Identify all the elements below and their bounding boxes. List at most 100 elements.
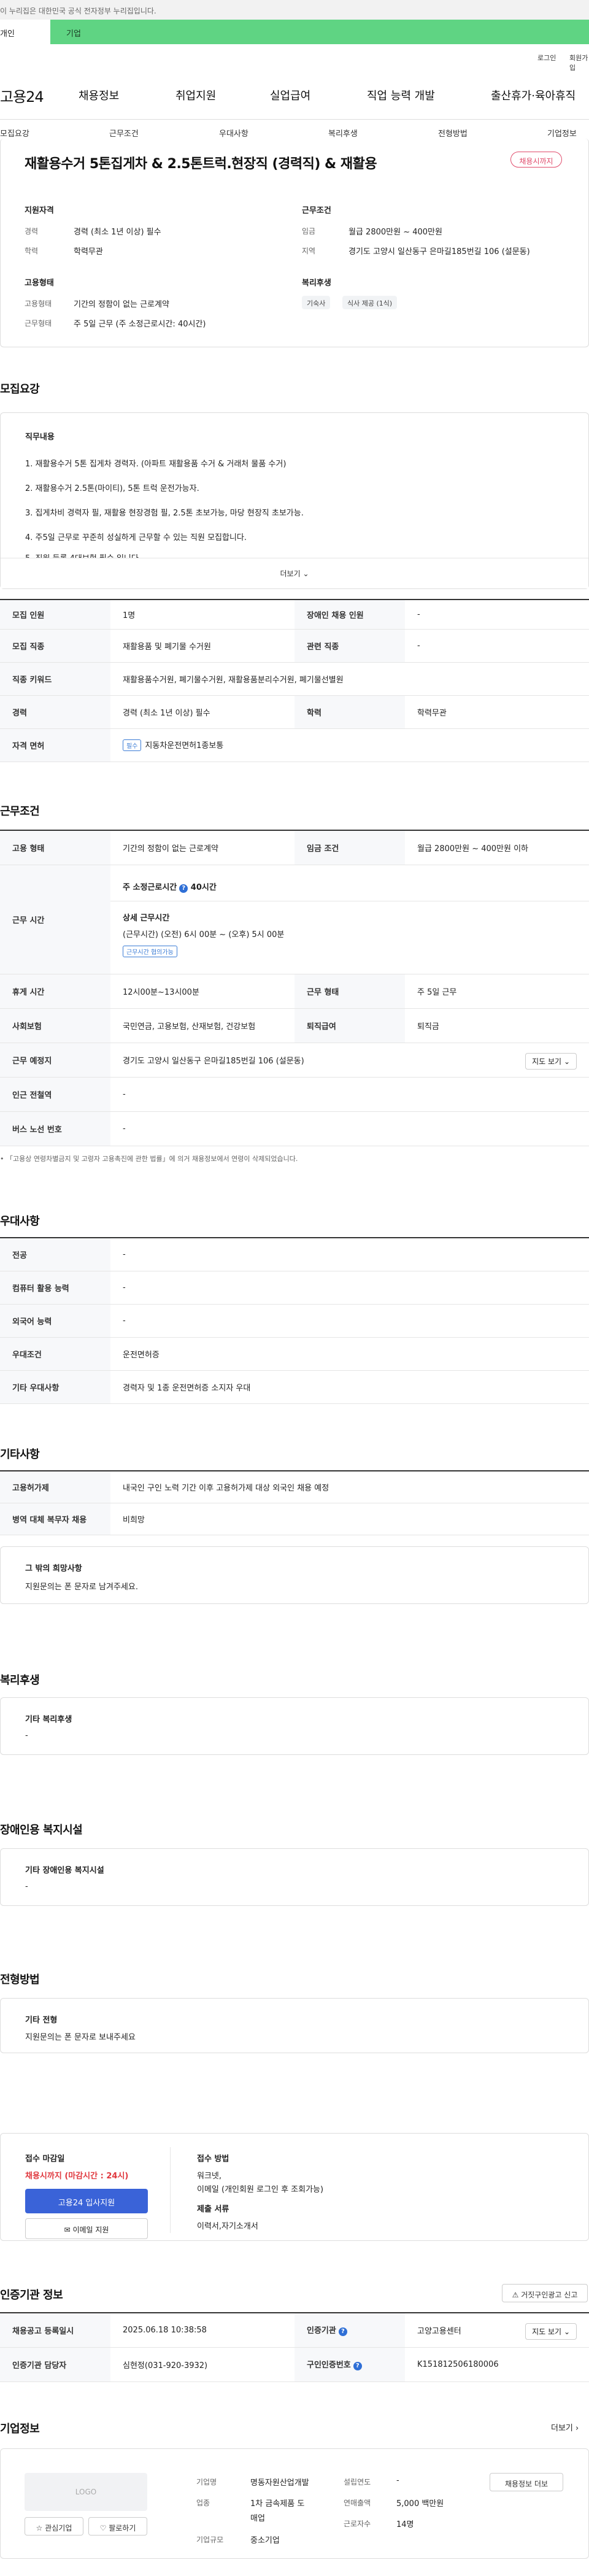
- method-value: 이메일 (개인회원 로그인 후 조회가능): [197, 2185, 324, 2194]
- table-row: 고용허가제 내국인 구인 노력 기간 이후 고용허가제 대상 외국인 채용 예정: [0, 1470, 589, 1503]
- nav-unemployment[interactable]: 실업급여: [270, 87, 310, 103]
- map-button[interactable]: 지도 보기 ⌄: [525, 1052, 577, 1070]
- subnav-conditions[interactable]: 근무조건: [109, 127, 139, 139]
- info-icon[interactable]: ?: [179, 884, 188, 893]
- hours-value: 주 5일 근무 (주 소정근로시간: 40시간): [74, 320, 206, 329]
- work-section-title: 근무조건: [0, 805, 40, 818]
- row-label-wrap: 인증기관?: [294, 2312, 405, 2348]
- mail-icon: ✉: [64, 2226, 71, 2234]
- table-row: 병역 대체 복무자 채용 비희망: [0, 1503, 589, 1535]
- table-row: 모집 직종 재활용품 및 폐기물 수거원 관련 직종 -: [0, 629, 589, 663]
- etc-section-title: 기타사항: [0, 1448, 40, 1461]
- career-label: 경력: [25, 227, 39, 236]
- fav-label: 관심기업: [45, 2524, 72, 2532]
- row-value: 경력 (최소 1년 이상) 필수: [110, 695, 294, 729]
- table-row: 자격 면허 필수 지동차운전면허1종보통: [0, 728, 589, 762]
- row-label: 외국어 능력: [0, 1304, 110, 1338]
- wage-value: 월급 2800만원 ~ 400만원: [348, 228, 442, 237]
- subnav-preference[interactable]: 우대사항: [219, 127, 248, 139]
- row-label: 휴게 시간: [0, 974, 110, 1009]
- table-row: 근무 시간 주 소정근로시간? 40시간 상세 근무시간 (근무시간) (오전)…: [0, 865, 589, 974]
- site-logo[interactable]: 고용24: [0, 85, 44, 106]
- info-icon[interactable]: ?: [353, 2362, 362, 2370]
- etc-table: 고용허가제 내국인 구인 노력 기간 이후 고용허가제 대상 외국인 채용 예정 …: [0, 1470, 589, 1535]
- gov-banner: 이 누리집은 대한민국 공식 전자정부 누리집입니다.: [0, 0, 589, 20]
- row-value-wrap: 필수 지동차운전면허1종보통: [110, 728, 589, 762]
- more-label: 더보기: [280, 569, 301, 578]
- row-label: 자격 면허: [0, 728, 110, 762]
- name-label: 기업명: [196, 2478, 217, 2486]
- company-more-label: 더보기: [551, 2424, 573, 2433]
- hours-cell: 주 소정근로시간? 40시간 상세 근무시간 (근무시간) (오전) 6시 00…: [110, 865, 589, 974]
- job-title: 재활용수거 5톤집게차 & 2.5톤트럭.현장직 (경력직) & 재활용: [25, 156, 377, 172]
- subnav-company[interactable]: 기업정보: [547, 127, 577, 139]
- nav-employment-support[interactable]: 취업지원: [175, 87, 216, 103]
- tab-personal[interactable]: 개인: [0, 20, 50, 44]
- agency-map-button[interactable]: 지도 보기 ⌄: [525, 2323, 577, 2340]
- docs-heading: 제출 서류: [197, 2205, 229, 2214]
- join-link[interactable]: 회원가입: [569, 53, 589, 72]
- row-value: K151812506180006: [405, 2347, 589, 2382]
- login-link[interactable]: 로그인: [537, 53, 556, 63]
- table-row: 인증기관 담당자 심현정(031-920-3932) 구인인증번호? K1518125…: [0, 2347, 589, 2382]
- edu-label: 학력: [25, 247, 39, 255]
- chevron-down-icon: ⌄: [302, 569, 309, 578]
- chevron-down-icon: ⌄: [563, 2327, 570, 2336]
- user-type-tabs: 개인 기업: [0, 20, 589, 44]
- industry-value: 1차 금속제품 도: [250, 2499, 305, 2509]
- follow-button[interactable]: ♡ 팔로하기: [88, 2517, 147, 2536]
- subnav-welfare[interactable]: 복리후생: [328, 127, 358, 139]
- docs-value: 이력서,자기소개서: [197, 2222, 258, 2231]
- apply-button-label: 고용24 입사지원: [58, 2199, 115, 2208]
- row-value-wrap: 경기도 고양시 일산동구 은마길185번길 106 (설문동) 지도 보기 ⌄: [110, 1043, 589, 1078]
- company-jobs-label: 채용정보 더보: [504, 2480, 549, 2488]
- est-label: 설립연도: [344, 2478, 371, 2486]
- company-jobs-button[interactable]: 채용정보 더보: [490, 2473, 563, 2491]
- row-value: -: [405, 599, 589, 630]
- row-label: 관련 직종: [294, 629, 405, 663]
- email-apply-button[interactable]: ✉ 이메일 지원: [25, 2218, 148, 2239]
- row-label: 사회보험: [0, 1008, 110, 1043]
- etc-box-value: 지원문의는 폰 문자로 남겨주세요.: [25, 1583, 138, 1592]
- employees-label: 근로자수: [344, 2520, 371, 2528]
- tab-company[interactable]: 기업: [50, 20, 589, 44]
- deadline-value: 채용시까지 (마감시간 : 24시): [25, 2172, 129, 2181]
- nav-training[interactable]: 직업 능력 개발: [367, 87, 435, 103]
- welfare-box: 기타 복리후생 -: [0, 1697, 589, 1755]
- weekly-value: 40시간: [190, 882, 217, 892]
- required-badge: 필수: [123, 739, 142, 751]
- row-label: 직종 키워드: [0, 662, 110, 696]
- etc-box: 그 밖의 희망사항 지원문의는 폰 문자로 남겨주세요.: [0, 1546, 589, 1604]
- size-label: 기업규모: [196, 2536, 224, 2544]
- info-icon[interactable]: ?: [338, 2327, 347, 2337]
- row-label: 버스 노선 번호: [0, 1111, 110, 1146]
- subnav-screening[interactable]: 전형방법: [438, 127, 468, 139]
- report-button[interactable]: ⚠ 거짓구인광고 신고: [502, 2284, 588, 2302]
- row-value: 2025.06.18 10:38:58: [110, 2312, 294, 2348]
- table-row: 전공 -: [0, 1237, 589, 1271]
- row-value: 내국인 구인 노력 기간 이후 고용허가제 대상 외국인 채용 예정: [110, 1470, 589, 1503]
- est-value: -: [396, 2476, 399, 2485]
- nav-parental-leave[interactable]: 출산휴가·육아휴직: [491, 87, 576, 103]
- recruit-section-title: 모집요강: [0, 383, 40, 396]
- row-label: 고용 형태: [0, 830, 110, 865]
- email-apply-label: 이메일 지원: [72, 2226, 109, 2234]
- row-label: 채용공고 등록일시: [0, 2312, 110, 2348]
- row-value: -: [110, 1237, 589, 1271]
- fav-button[interactable]: ☆ 관심기업: [25, 2517, 83, 2536]
- company-more-link[interactable]: 더보기 ›: [551, 2421, 579, 2433]
- table-row: 채용공고 등록일시 2025.06.18 10:38:58 인증기관? 고양고용센터 지…: [0, 2312, 589, 2348]
- nav-jobs[interactable]: 채용정보: [79, 87, 119, 103]
- duty-line: 2. 재활용수거 2.5톤(마이티), 5톤 트럭 운전가능자.: [25, 484, 199, 493]
- map-button-label: 지도 보기: [532, 2327, 562, 2336]
- apply-button[interactable]: 고용24 입사지원: [25, 2189, 148, 2213]
- duty-card: 직무내용 1. 재활용수거 5톤 집게차 경력자. (아파트 재활용품 수거 &…: [0, 412, 589, 589]
- subnav-recruit[interactable]: 모집요강: [0, 127, 29, 139]
- row-value: 지동차운전면허1종보통: [145, 741, 224, 750]
- more-button[interactable]: 더보기 ⌄: [1, 558, 588, 588]
- row-label: 인근 전철역: [0, 1077, 110, 1112]
- pref-section-title: 우대사항: [0, 1215, 40, 1228]
- age-note-text: 「고용상 연령차별금지 및 고령자 고용촉진에 관한 법률」에 의거 채용정보에…: [6, 1155, 298, 1163]
- method-value: 워크넷,: [197, 2172, 222, 2181]
- row-value: 퇴직금: [405, 1008, 589, 1043]
